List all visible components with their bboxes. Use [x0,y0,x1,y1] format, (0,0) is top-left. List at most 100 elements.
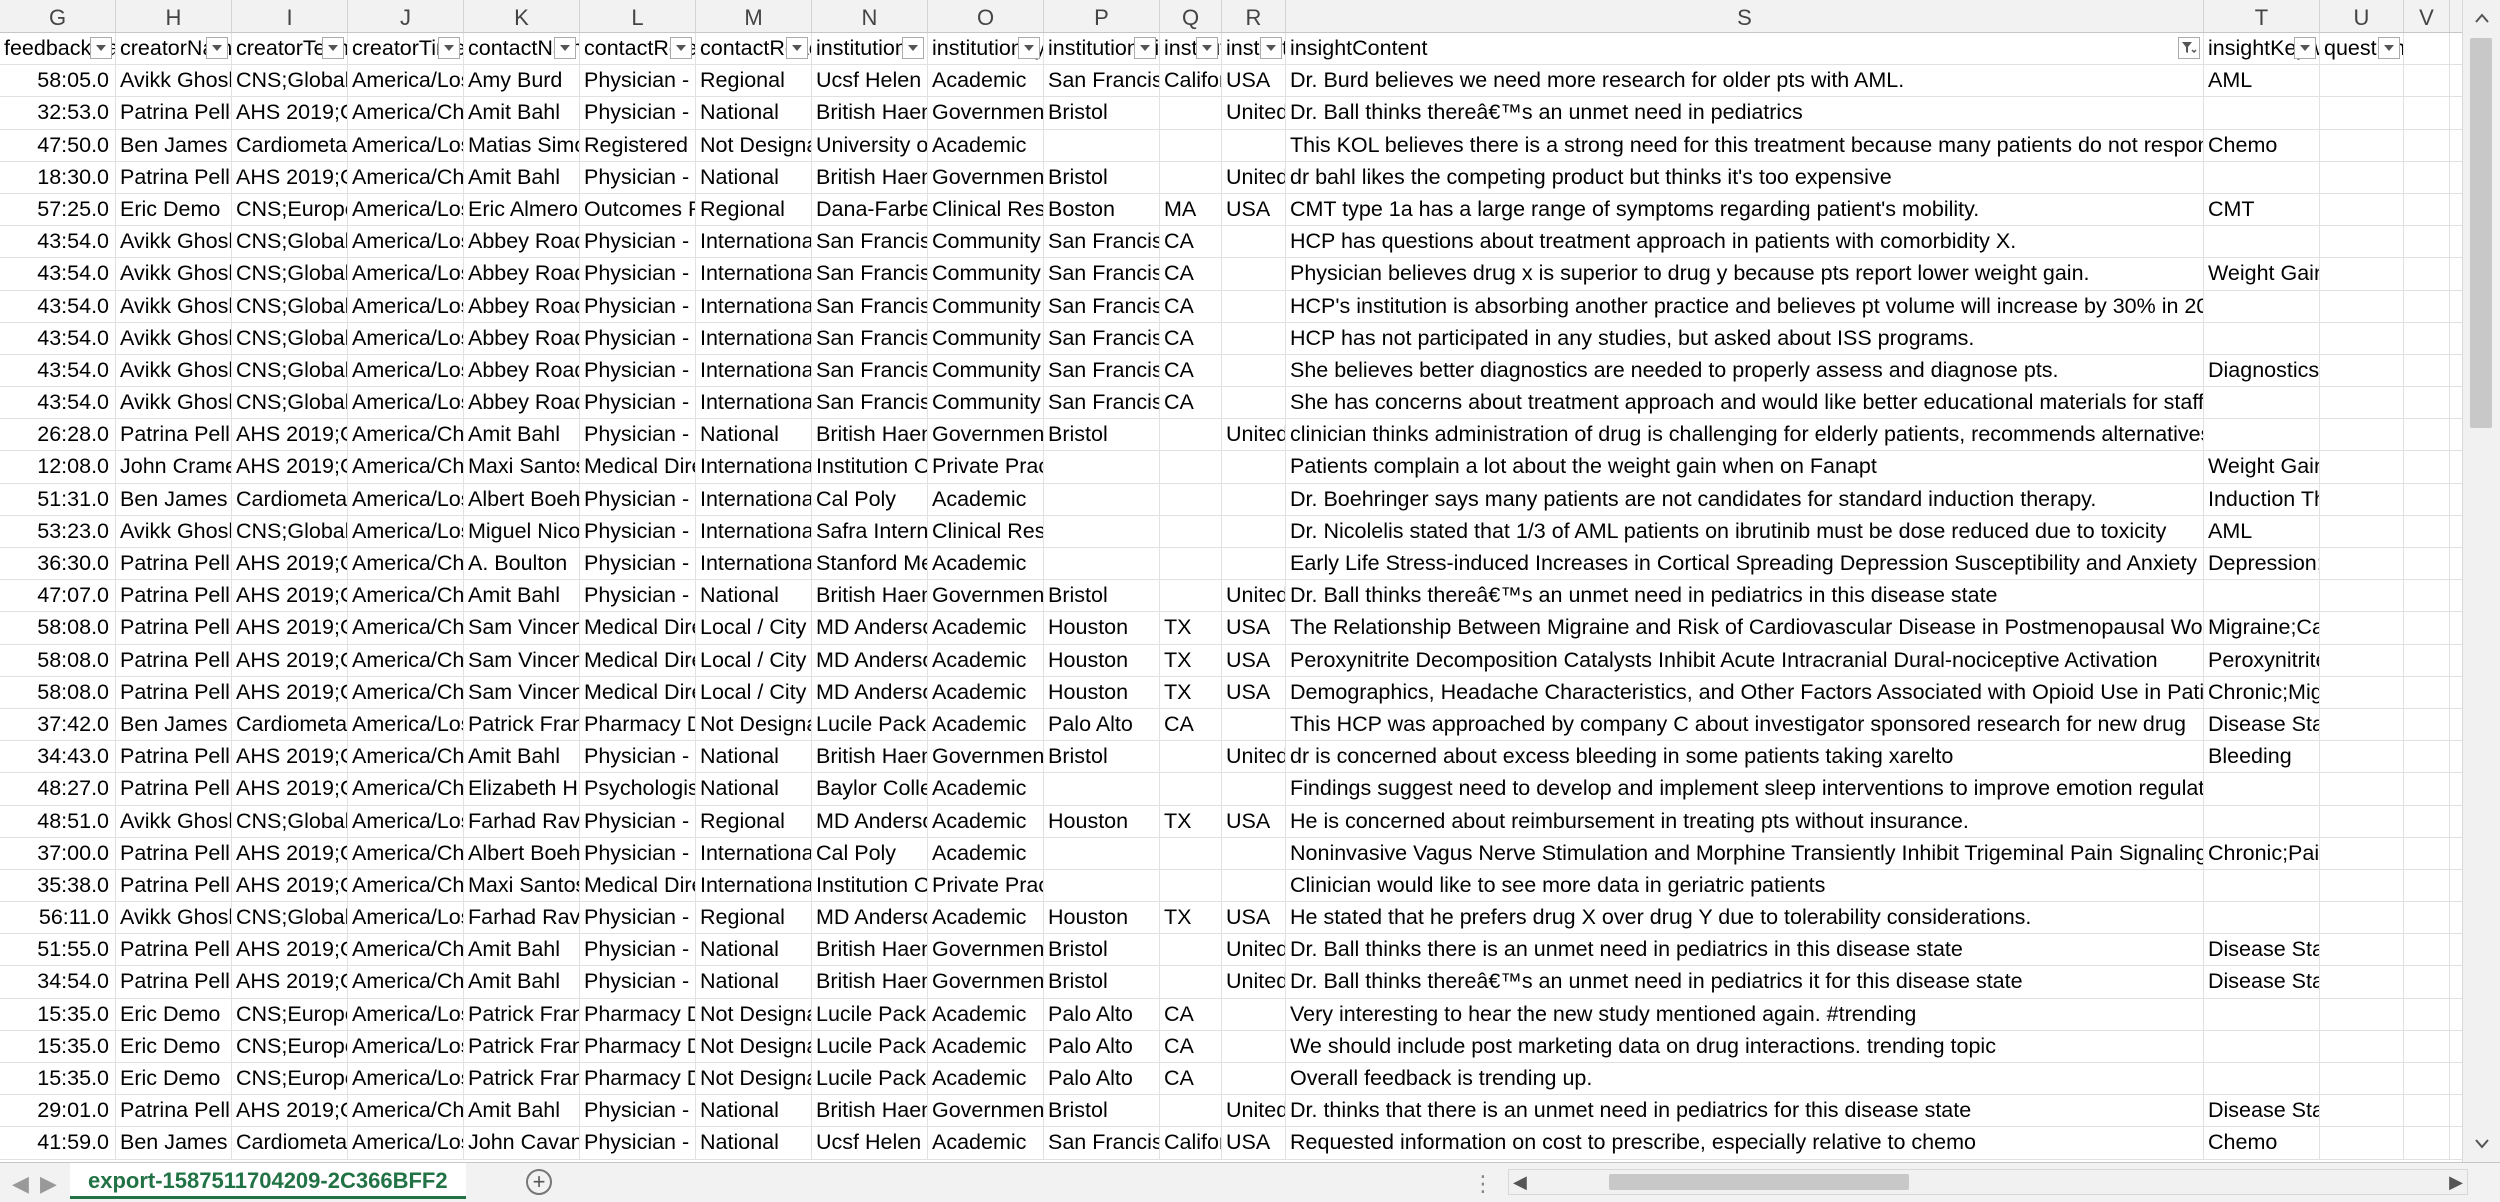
cell[interactable]: Patrina Pellett [116,741,232,773]
cell[interactable] [2404,226,2450,258]
cell[interactable]: AHS 2019;Global [232,676,348,708]
cell[interactable]: International [696,837,812,869]
cell[interactable] [2204,998,2320,1030]
cell[interactable]: Amit Bahl [464,419,580,451]
cell[interactable]: San Francisco [1044,354,1160,387]
cell[interactable] [2404,805,2450,837]
cell[interactable] [2204,1030,2320,1062]
column-letter-j[interactable]: J [348,0,464,32]
cell[interactable] [1222,226,1286,258]
cell[interactable]: Noninvasive Vagus Nerve Stimulation and … [1286,837,2204,869]
cell[interactable]: AHS 2019;Global [232,934,348,966]
cell[interactable] [1222,483,1286,515]
cell[interactable]: CNS;Global [232,226,348,258]
cell[interactable]: International [696,451,812,483]
cell[interactable]: dr bahl likes the competing product but … [1286,161,2204,193]
cell[interactable] [2404,65,2450,97]
cell[interactable]: 35:38.0 [0,869,116,902]
cell[interactable]: Physician - Neurology [580,966,696,998]
filter-dropdown-icon[interactable] [438,37,460,59]
cell[interactable] [1222,515,1286,547]
cell[interactable]: San Francisco General [812,322,928,354]
cell[interactable] [2204,161,2320,193]
cell[interactable]: MD Anderson [812,612,928,644]
cell[interactable]: AHS 2019;Global [232,644,348,676]
column-letter-r[interactable]: R [1222,0,1286,32]
cell[interactable]: 58:05.0 [0,65,116,97]
cell[interactable] [2404,902,2450,934]
cell[interactable] [2404,193,2450,226]
column-letter-g[interactable]: G [0,0,116,32]
cell[interactable]: America/Chicago [348,451,464,483]
cell[interactable]: Patrina Pellett [116,97,232,129]
cell[interactable]: Sam Vincent [464,676,580,708]
cell[interactable] [2404,934,2450,966]
cell[interactable]: Academic [928,612,1044,644]
cell[interactable]: America/Los_Angeles [348,129,464,161]
cell[interactable] [2404,837,2450,869]
filter-dropdown-icon[interactable] [90,37,112,59]
cell[interactable]: America/Los_Angeles [348,902,464,934]
cell[interactable]: 15:35.0 [0,1063,116,1095]
cell[interactable]: Patrina Pellett [116,644,232,676]
cell[interactable]: Peroxynitrite Decomposition Catalysts In… [1286,644,2204,676]
cell[interactable]: Academic [928,773,1044,805]
cell[interactable]: AHS 2019;Global [232,548,348,580]
cell[interactable]: Albert Boehringer [464,837,580,869]
cell[interactable]: MD Anderson [812,644,928,676]
cell[interactable] [2404,515,2450,547]
cell[interactable]: United Kingdom [1222,580,1286,612]
cell[interactable]: Avikk Ghosh [116,258,232,290]
cell[interactable]: 18:30.0 [0,161,116,193]
cell[interactable]: Dana-Farber [812,193,928,226]
column-letter-p[interactable]: P [1044,0,1160,32]
cell[interactable] [2204,869,2320,902]
cell[interactable]: Academic [928,483,1044,515]
cell[interactable]: San Francisco General [812,226,928,258]
cell[interactable] [2204,773,2320,805]
cell[interactable]: Medical Director [580,612,696,644]
cell[interactable]: America/Los_Angeles [348,387,464,419]
cell[interactable]: Academic [928,1127,1044,1159]
cell[interactable]: USA [1222,612,1286,644]
cell[interactable]: Abbey Roads [464,387,580,419]
cell[interactable] [2320,483,2404,515]
cell[interactable]: America/Chicago [348,97,464,129]
cell[interactable]: Physician - Neurology [580,837,696,869]
cell[interactable] [2320,419,2404,451]
cell[interactable]: Avikk Ghosh [116,387,232,419]
cell[interactable]: America/Los_Angeles [348,193,464,226]
cell[interactable]: Institution One [812,869,928,902]
cell[interactable]: Miguel Nicolelis [464,515,580,547]
cell[interactable]: Regional [696,193,812,226]
cell[interactable]: America/Chicago [348,741,464,773]
cell[interactable]: Bleeding [2204,741,2320,773]
cell[interactable]: United Kingdom [1222,934,1286,966]
cell[interactable] [1160,580,1222,612]
cell[interactable] [2320,515,2404,547]
cell[interactable]: clinician thinks administration of drug … [1286,419,2204,451]
cell[interactable] [2204,902,2320,934]
cell[interactable]: Bristol [1044,161,1160,193]
cell[interactable]: Boston [1044,193,1160,226]
cell[interactable]: Overall feedback is trending up. [1286,1063,2204,1095]
cell[interactable]: Physician believes drug x is superior to… [1286,258,2204,290]
cell[interactable]: Pharmacy Director [580,708,696,741]
cell[interactable]: National [696,1127,812,1159]
cell[interactable]: CNS;Global [232,387,348,419]
cell[interactable]: Cal Poly [812,837,928,869]
column-letter-v[interactable]: V [2404,0,2450,32]
cell[interactable]: Amit Bahl [464,161,580,193]
cell[interactable]: Academic [928,65,1044,97]
cell[interactable]: Cardiometabolic [232,708,348,741]
cell[interactable] [1222,129,1286,161]
cell[interactable]: Not Designated [696,1063,812,1095]
cell[interactable]: This KOL believes there is a strong need… [1286,129,2204,161]
cell[interactable]: Not Designated [696,998,812,1030]
cell[interactable] [2204,322,2320,354]
cell[interactable] [2404,1030,2450,1062]
horizontal-scroll-thumb[interactable] [1609,1174,1909,1190]
cell[interactable]: Not Designated [696,708,812,741]
cell[interactable]: National [696,773,812,805]
cell[interactable]: Lucile Packard [812,708,928,741]
